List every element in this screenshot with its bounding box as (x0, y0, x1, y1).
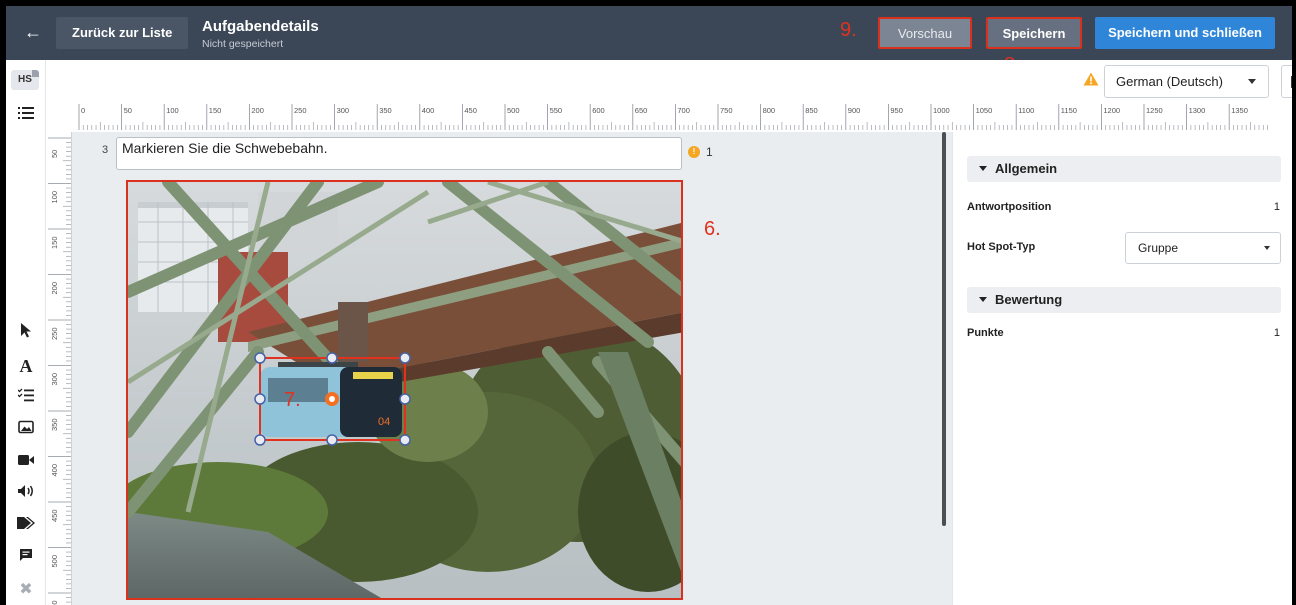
close-icon[interactable]: ✖ (6, 576, 46, 604)
ruler-tick-label: 550 (50, 600, 59, 605)
comment-icon[interactable] (6, 544, 46, 572)
page-title: Aufgabendetails (202, 18, 319, 35)
ruler-tick-label: 650 (635, 106, 648, 115)
header-bar: ← Zurück zur Liste Aufgabendetails Nicht… (6, 6, 1292, 60)
ruler-tick-label: 1200 (1103, 106, 1120, 115)
save-button[interactable]: Speichern (986, 17, 1082, 49)
back-to-list-button[interactable]: Zurück zur Liste (56, 17, 189, 49)
tag-icon[interactable] (6, 512, 46, 540)
ruler-tick-label: 400 (422, 106, 435, 115)
hotspot-image[interactable]: 04 7. (126, 180, 683, 600)
ruler-tick-label: 150 (209, 106, 222, 115)
section-general-title: Allgemein (995, 161, 1058, 176)
hotspot-type-label: Hot Spot-Typ (967, 241, 1036, 253)
answer-position-label: Antwortposition (967, 201, 1052, 213)
hotspot-count: 1 (706, 145, 713, 159)
ruler-tick-label: 50 (124, 106, 132, 115)
ruler-tick-label: 1300 (1189, 106, 1206, 115)
language-select[interactable]: German (Deutsch) (1104, 65, 1269, 98)
chevron-down-icon (1264, 246, 1270, 250)
ruler-tick-label: 950 (890, 106, 903, 115)
ruler-tick-label: 0 (81, 106, 85, 115)
horizontal-ruler: 0 50 100 150 200 250 300 350 400 450 500 550 600 650 7… (72, 102, 1272, 132)
ruler-tick-label: 450 (50, 509, 59, 522)
points-label: Punkte (967, 327, 1004, 339)
editor-canvas[interactable]: 3 Markieren Sie die Schwebebahn. ! 1 04 … (72, 132, 952, 605)
ruler-tick-label: 300 (50, 373, 59, 386)
columns-icon (1291, 76, 1292, 88)
ruler-tick-label: 300 (337, 106, 350, 115)
save-and-close-button[interactable]: Speichern und schließen (1095, 17, 1275, 49)
section-scoring-header[interactable]: Bewertung (967, 287, 1281, 313)
question-text-field[interactable]: Markieren Sie die Schwebebahn. (116, 137, 682, 170)
vertical-ruler: 50 100 150 200 250 300 350 400 450 500 550 (46, 132, 72, 605)
back-arrow-icon[interactable]: ← (22, 21, 44, 43)
image-icon[interactable] (6, 416, 46, 444)
ruler-tick-label: 550 (550, 106, 563, 115)
caret-down-icon (979, 297, 987, 302)
ruler-tick-label: 250 (50, 327, 59, 340)
question-number: 3 (102, 144, 109, 156)
hotspot-type-badge[interactable]: HS (11, 70, 39, 90)
ruler-tick-label: 50 (50, 150, 59, 158)
text-icon[interactable]: A (6, 352, 46, 380)
ruler-tick-label: 1000 (933, 106, 950, 115)
pointer-icon[interactable] (6, 320, 46, 348)
car-number: 04 (378, 416, 390, 428)
ruler-tick-label: 750 (720, 106, 733, 115)
answer-position-value: 1 (1273, 201, 1280, 213)
ruler-tick-label: 100 (50, 191, 59, 204)
ruler-tick-label: 500 (50, 555, 59, 568)
checklist-icon[interactable] (6, 384, 46, 412)
ruler-tick-label: 850 (805, 106, 818, 115)
ruler-tick-label: 900 (848, 106, 861, 115)
audio-icon[interactable] (6, 480, 46, 508)
layout-toggle-button[interactable] (1281, 65, 1292, 98)
language-select-value: German (Deutsch) (1116, 74, 1223, 89)
chevron-down-icon (1248, 79, 1256, 84)
ruler-tick-label: 350 (50, 418, 59, 431)
hotspot-count-icon: ! (688, 146, 700, 158)
save-status: Nicht gespeichert (202, 38, 284, 50)
annotation-6: 6. (704, 218, 721, 240)
ruler-tick-label: 800 (763, 106, 776, 115)
ruler-tick-label: 200 (251, 106, 264, 115)
ruler-tick-label: 600 (592, 106, 605, 115)
ruler-tick-label: 100 (166, 106, 179, 115)
ruler-tick-label: 700 (677, 106, 690, 115)
ruler-tick-label: 450 (464, 106, 477, 115)
hotspot-type-value: Gruppe (1138, 241, 1179, 255)
suspension-railway-photo: 04 7. (128, 182, 681, 598)
app-window: ← Zurück zur Liste Aufgabendetails Nicht… (6, 6, 1292, 605)
ruler-tick-label: 150 (50, 236, 59, 249)
section-general-header[interactable]: Allgemein (967, 156, 1281, 182)
canvas-scrollbar[interactable] (942, 132, 946, 526)
ruler-tick-label: 350 (379, 106, 392, 115)
ruler-tick-label: 250 (294, 106, 307, 115)
ruler-tick-label: 1150 (1061, 106, 1077, 115)
ruler-tick-label: 1250 (1146, 106, 1163, 115)
ruler-tick-label: 1100 (1018, 106, 1034, 115)
ruler-tick-label: 500 (507, 106, 520, 115)
annotation-7: 7. (284, 389, 301, 411)
properties-panel: Allgemein Antwortposition 1 Hot Spot-Typ… (952, 132, 1292, 605)
warning-icon (1083, 72, 1099, 86)
editor-toolbar: German (Deutsch) (46, 60, 1292, 102)
ruler-tick-label: 400 (50, 464, 59, 477)
ruler-tick-label: 1050 (976, 106, 993, 115)
hotspot-type-select[interactable]: Gruppe (1125, 232, 1281, 264)
ruler-tick-label: 200 (50, 282, 59, 295)
list-icon[interactable] (6, 102, 46, 130)
annotation-9: 9. (840, 19, 857, 41)
video-icon[interactable] (6, 448, 46, 476)
preview-button[interactable]: Vorschau (878, 17, 972, 49)
section-scoring-title: Bewertung (995, 292, 1063, 307)
caret-down-icon (979, 166, 987, 171)
ruler-tick-label: 1350 (1231, 106, 1248, 115)
tool-sidebar: HS A ✖ (6, 60, 46, 605)
points-value: 1 (1273, 327, 1280, 339)
